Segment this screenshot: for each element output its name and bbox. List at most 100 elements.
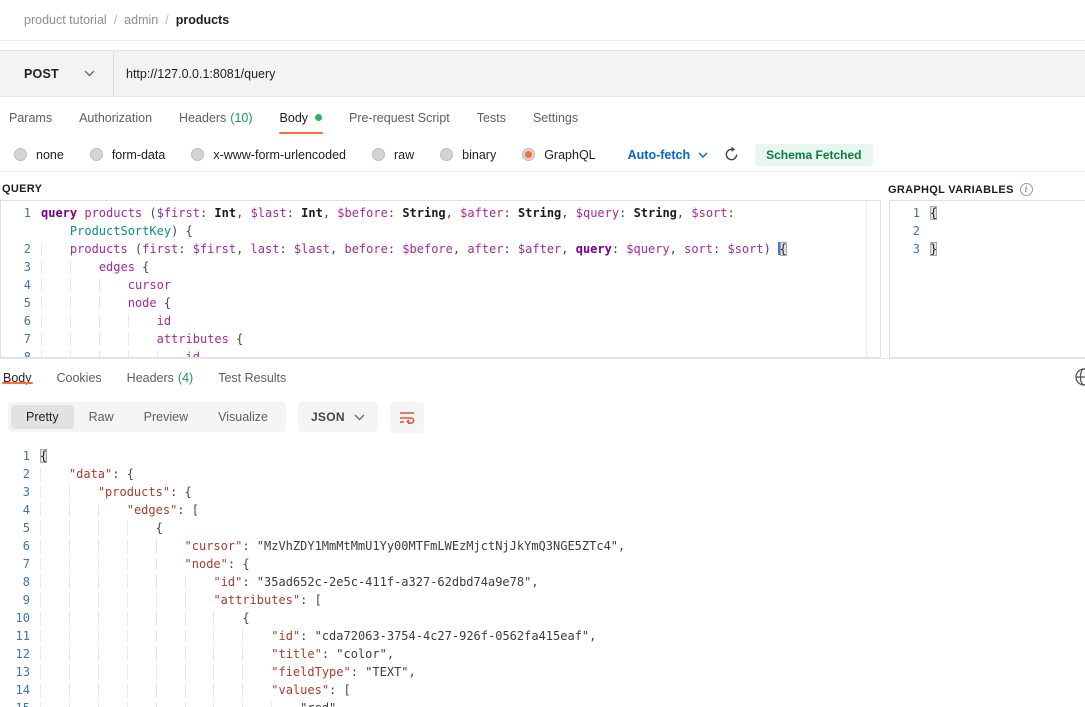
tab-headers[interactable]: Headers(4) <box>126 371 195 385</box>
indent-guide <box>98 503 127 517</box>
code-line: 15 "red", <box>0 699 1085 707</box>
tab-pre-request-script[interactable]: Pre-request Script <box>348 100 451 135</box>
indent-guide <box>127 611 156 625</box>
code-token: , <box>453 242 467 256</box>
code-token: $last <box>251 206 287 220</box>
tab-test-results[interactable]: Test Results <box>217 371 287 385</box>
indent-guide <box>185 701 214 707</box>
tab-cookies[interactable]: Cookies <box>56 371 103 385</box>
wrap-lines-button[interactable] <box>390 402 424 433</box>
radio-icon <box>372 148 385 161</box>
code-content: edges { <box>41 258 880 276</box>
line-number: 4 <box>0 501 40 519</box>
code-token: : [ <box>177 503 199 517</box>
refresh-icon <box>724 147 739 162</box>
query-code[interactable]: 1query products ($first: Int, $last: Int… <box>1 201 880 358</box>
tab-body[interactable]: Body <box>279 100 324 135</box>
tab-authorization[interactable]: Authorization <box>78 100 153 135</box>
breadcrumb-item-product-tutorial[interactable]: product tutorial <box>24 13 107 27</box>
indent-guide <box>213 647 242 661</box>
indent-guide <box>156 683 185 697</box>
tab-settings[interactable]: Settings <box>532 100 579 135</box>
variables-pane-label: GRAPHQL VARIABLES i <box>888 183 1033 196</box>
code-content: { <box>930 204 1085 222</box>
variables-label-text: GRAPHQL VARIABLES <box>888 184 1014 196</box>
code-content: "title": "color", <box>40 645 1085 663</box>
body-type-label: form-data <box>112 148 166 162</box>
line-number: 12 <box>0 645 40 663</box>
tab-params[interactable]: Params <box>8 100 53 135</box>
indent-guide <box>70 278 99 292</box>
variables-code[interactable]: 1{23} <box>890 201 1085 258</box>
code-token: , <box>531 575 538 589</box>
view-mode-raw[interactable]: Raw <box>74 405 129 429</box>
indent-guide <box>40 683 69 697</box>
code-token: "edges" <box>127 503 178 517</box>
code-token: : <box>503 242 517 256</box>
tab-headers[interactable]: Headers(10) <box>178 100 253 135</box>
method-selector[interactable]: POST <box>0 51 113 96</box>
indent-guide <box>99 314 128 328</box>
code-token: $sort <box>727 242 763 256</box>
line-number: 7 <box>1 330 41 348</box>
format-dropdown[interactable]: JSON <box>298 402 378 432</box>
indent-guide <box>41 314 70 328</box>
indent-guide <box>156 557 185 571</box>
response-body-code[interactable]: 1{2 "data": {3 "products": {4 "edges": [… <box>0 444 1085 707</box>
indent-guide <box>69 647 98 661</box>
code-token: "35ad652c-2e5c-411f-a327-62dbd74a9e78" <box>257 575 532 589</box>
view-mode-pretty[interactable]: Pretty <box>11 405 74 429</box>
indent-guide <box>127 521 156 535</box>
indent-guide <box>213 665 242 679</box>
code-token: : [ <box>329 683 351 697</box>
code-line: 1{ <box>890 204 1085 222</box>
body-type-form-data[interactable]: form-data <box>90 148 166 162</box>
url-input[interactable]: http://127.0.0.1:8081/query <box>114 67 1085 81</box>
info-icon[interactable]: i <box>1020 183 1033 196</box>
body-type-binary[interactable]: binary <box>440 148 496 162</box>
code-content: id <box>41 348 880 358</box>
indent-guide <box>99 296 128 310</box>
code-token: before <box>344 242 387 256</box>
breadcrumb: product tutorial/admin/products <box>0 0 1085 41</box>
code-content: "products": { <box>40 483 1085 501</box>
body-type-graphql[interactable]: GraphQL <box>522 148 595 162</box>
refresh-schema-button[interactable] <box>724 147 739 162</box>
code-token: $query <box>626 242 669 256</box>
radio-icon <box>90 148 103 161</box>
autofetch-dropdown[interactable]: Auto-fetch <box>628 148 709 162</box>
scrollbar-track[interactable] <box>866 201 867 357</box>
body-type-none[interactable]: none <box>14 148 64 162</box>
view-mode-preview[interactable]: Preview <box>129 405 203 429</box>
code-token: query <box>576 242 612 256</box>
globe-icon[interactable] <box>1074 367 1085 392</box>
indent-guide <box>69 629 98 643</box>
code-line: 11 "id": "cda72063-3754-4c27-926f-0562fa… <box>0 627 1085 645</box>
tab-label: Headers <box>179 111 226 125</box>
indent-guide <box>70 260 99 274</box>
tab-body[interactable]: Body <box>2 371 33 385</box>
indent-guide <box>98 683 127 697</box>
line-number: 4 <box>1 276 41 294</box>
graphql-query-editor[interactable]: 1query products ($first: Int, $last: Int… <box>0 200 881 358</box>
indent-guide <box>128 350 157 358</box>
line-number: 11 <box>0 627 40 645</box>
tab-tests[interactable]: Tests <box>476 100 507 135</box>
body-type-x-www-form-urlencoded[interactable]: x-www-form-urlencoded <box>191 148 346 162</box>
body-type-raw[interactable]: raw <box>372 148 414 162</box>
indent-guide <box>127 539 156 553</box>
code-line: 1{ <box>0 447 1085 465</box>
graphql-variables-editor[interactable]: 1{23} <box>889 200 1085 358</box>
code-token: , <box>670 242 684 256</box>
query-pane-label: QUERY <box>2 183 42 195</box>
view-mode-visualize[interactable]: Visualize <box>203 405 283 429</box>
breadcrumb-item-admin[interactable]: admin <box>124 13 158 27</box>
indent-guide <box>127 629 156 643</box>
line-number <box>1 222 41 240</box>
indent-guide <box>40 611 69 625</box>
response-tabs: Body Cookies Headers(4) Test Results <box>0 359 1085 396</box>
autofetch-label: Auto-fetch <box>628 148 691 162</box>
line-number: 6 <box>0 537 40 555</box>
code-token: "TEXT" <box>365 665 408 679</box>
breadcrumb-item-products[interactable]: products <box>176 13 229 27</box>
